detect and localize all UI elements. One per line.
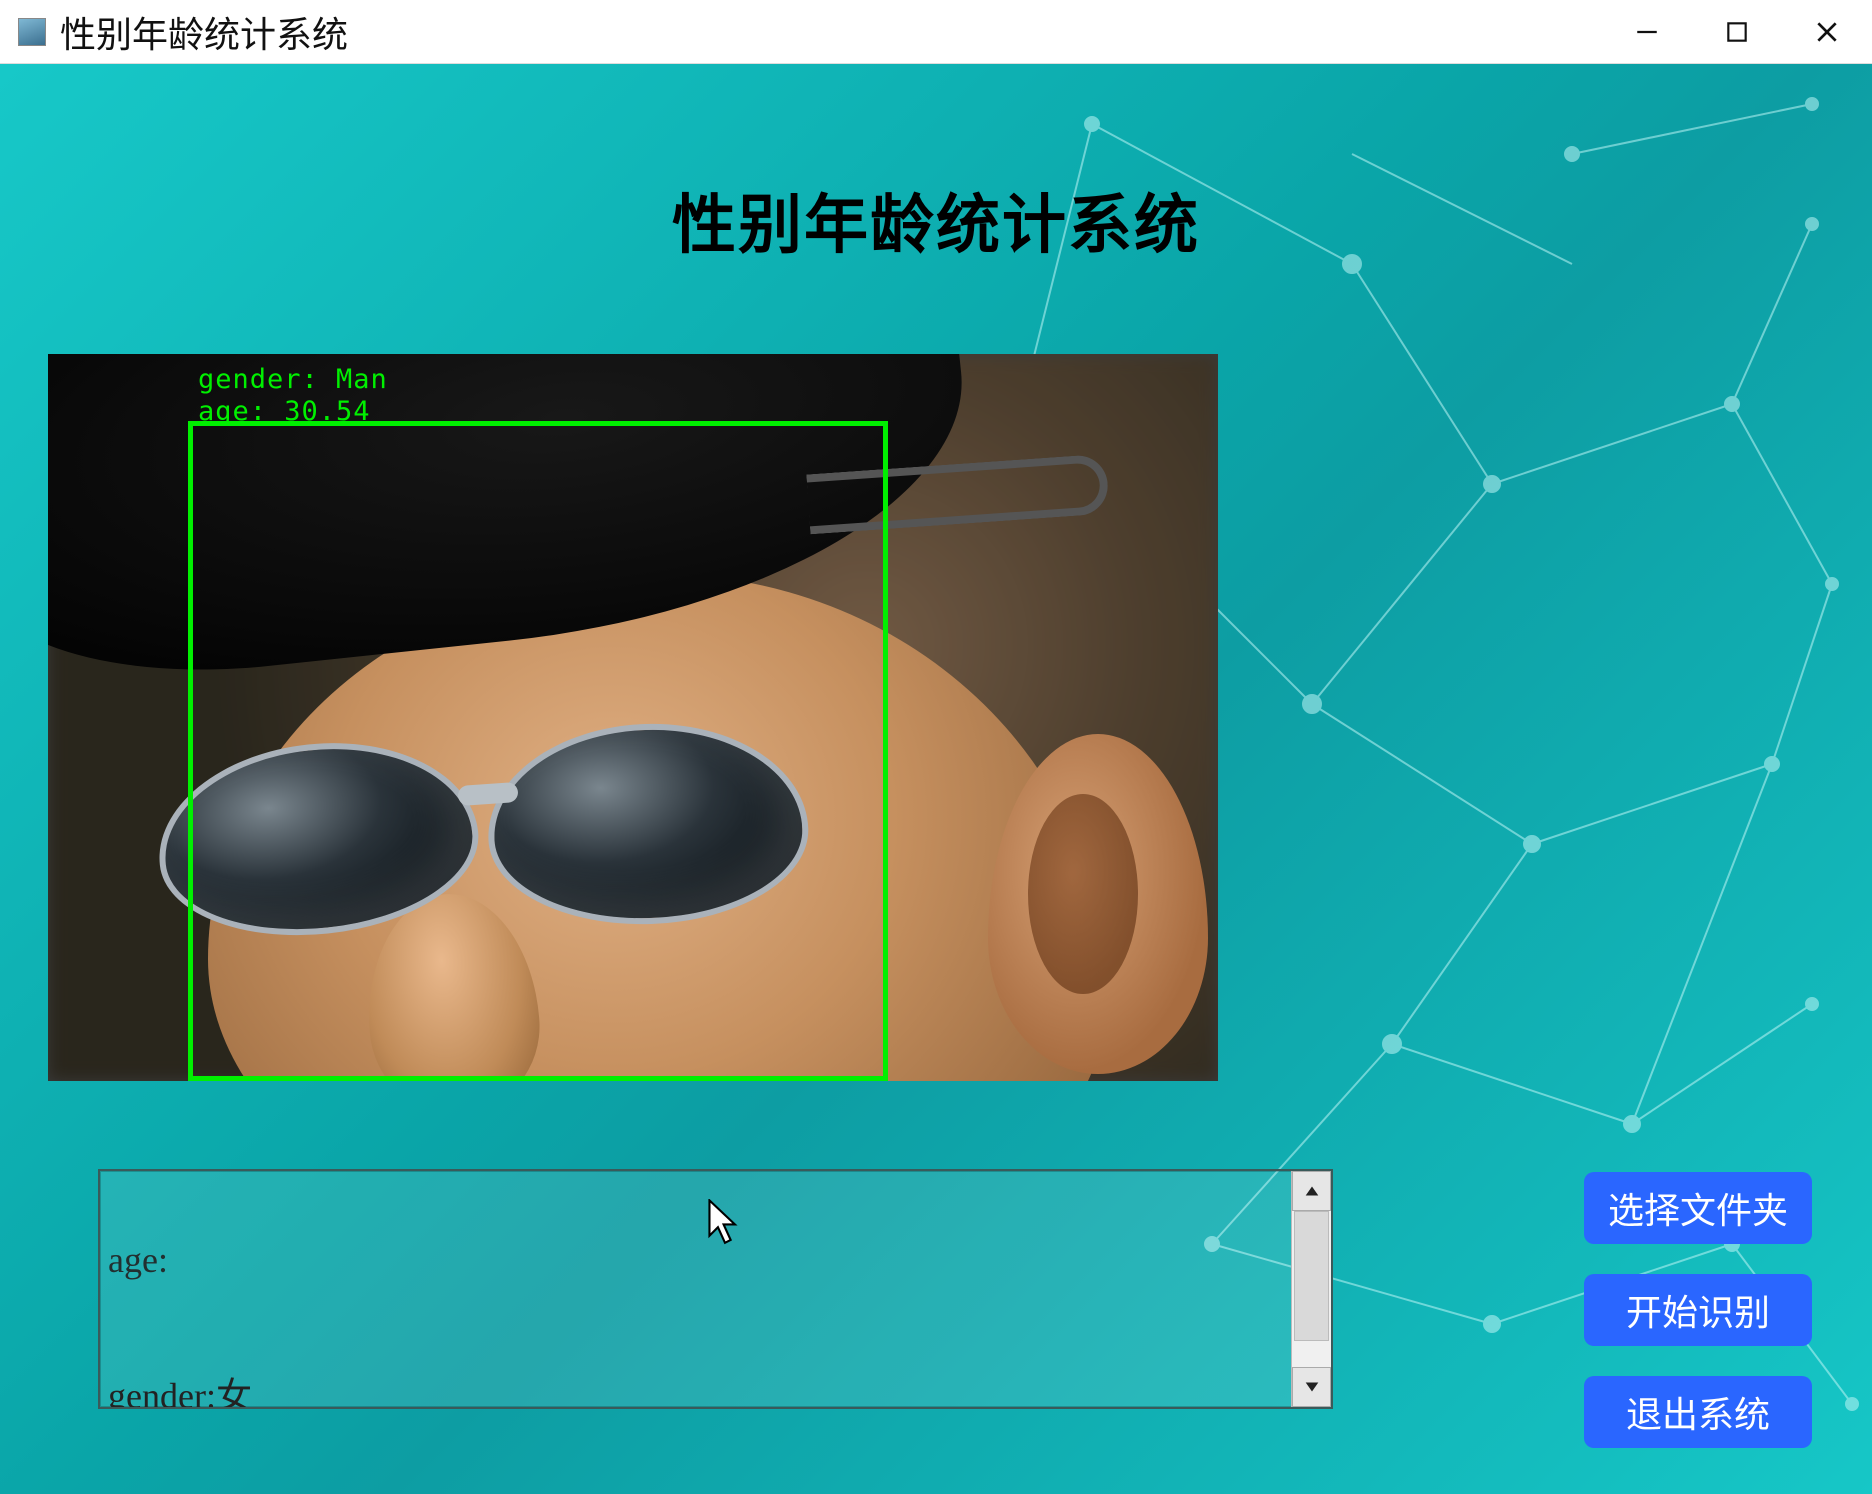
select-folder-button[interactable]: 选择文件夹 bbox=[1584, 1172, 1812, 1244]
app-icon bbox=[18, 18, 46, 46]
start-recognize-button[interactable]: 开始识别 bbox=[1584, 1274, 1812, 1346]
log-line: gender:女 bbox=[108, 1374, 1291, 1407]
overlay-age-label: age: 30.54 bbox=[198, 396, 371, 427]
scroll-thumb[interactable] bbox=[1294, 1211, 1329, 1341]
application-window: 性别年龄统计系统 bbox=[0, 0, 1872, 1494]
scroll-up-button[interactable] bbox=[1292, 1171, 1331, 1211]
face-bounding-box bbox=[188, 421, 888, 1081]
titlebar: 性别年龄统计系统 bbox=[0, 0, 1872, 64]
page-title: 性别年龄统计系统 bbox=[0, 174, 1872, 266]
results-log-panel: age: gender:女 age:30.54 gender:男 bbox=[98, 1169, 1333, 1409]
window-title: 性别年龄统计系统 bbox=[60, 6, 348, 58]
exit-system-button[interactable]: 退出系统 bbox=[1584, 1376, 1812, 1448]
close-icon bbox=[1814, 19, 1840, 45]
scroll-down-button[interactable] bbox=[1292, 1367, 1331, 1407]
chevron-down-icon bbox=[1303, 1378, 1321, 1396]
image-preview-panel: gender: Man age: 30.54 bbox=[48, 354, 1218, 1081]
minimize-icon bbox=[1634, 19, 1660, 45]
maximize-icon bbox=[1724, 19, 1750, 45]
action-buttons-column: 选择文件夹 开始识别 退出系统 bbox=[1584, 1172, 1812, 1448]
log-scrollbar[interactable] bbox=[1291, 1171, 1331, 1407]
maximize-button[interactable] bbox=[1692, 0, 1782, 64]
window-controls bbox=[1602, 0, 1872, 64]
client-area: 性别年龄统计系统 gender: Man age: 30. bbox=[0, 64, 1872, 1494]
scroll-track[interactable] bbox=[1292, 1211, 1331, 1367]
results-log-text[interactable]: age: gender:女 age:30.54 gender:男 bbox=[108, 1171, 1291, 1407]
overlay-gender-label: gender: Man bbox=[198, 364, 388, 395]
minimize-button[interactable] bbox=[1602, 0, 1692, 64]
log-line: age: bbox=[108, 1238, 1291, 1283]
chevron-up-icon bbox=[1303, 1182, 1321, 1200]
close-button[interactable] bbox=[1782, 0, 1872, 64]
